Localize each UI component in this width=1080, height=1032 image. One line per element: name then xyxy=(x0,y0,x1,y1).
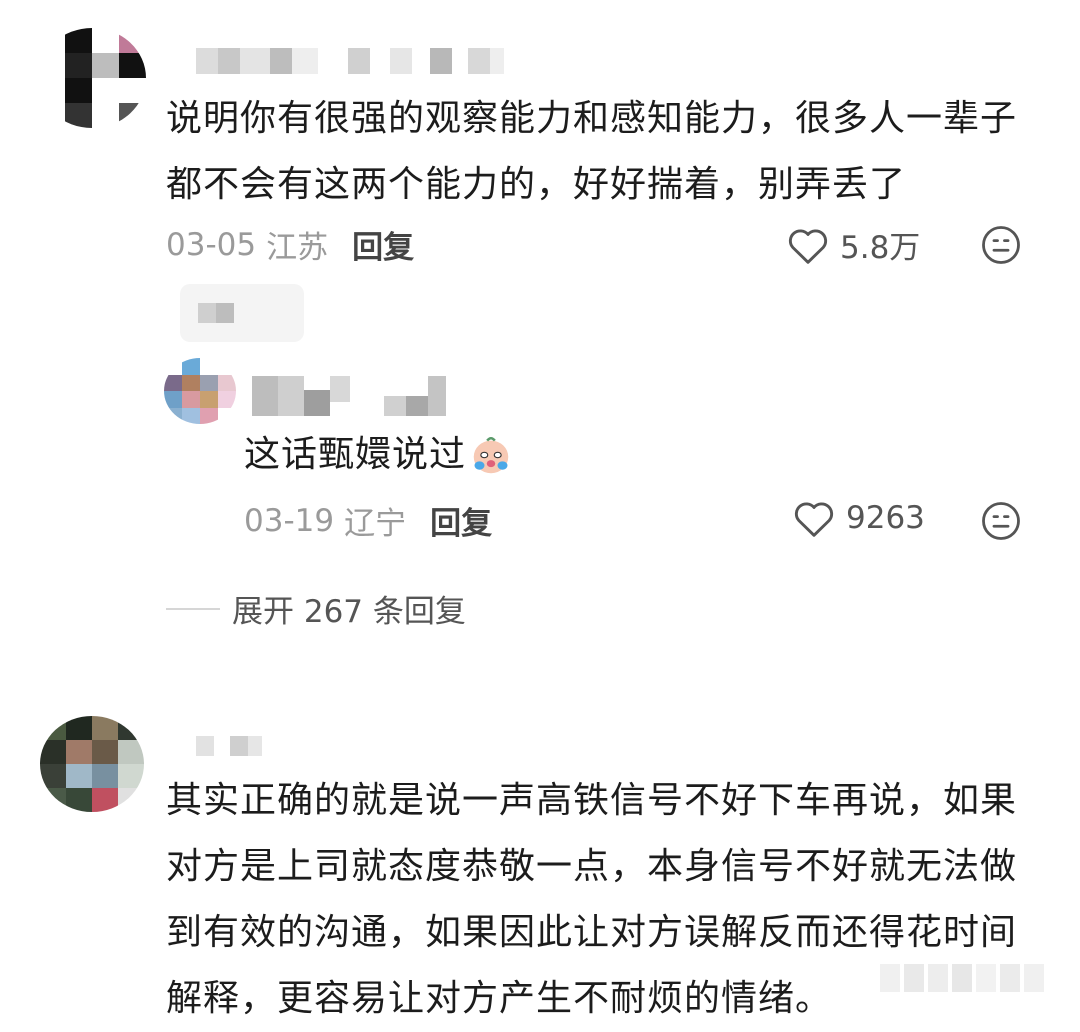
expand-replies-button[interactable]: 展开 267 条回复 xyxy=(166,586,466,631)
comment-line: 对方是上司就态度恭敬一点，本身信号不好就无法做 xyxy=(166,846,1018,887)
crying-face-icon xyxy=(468,432,514,478)
expand-replies-label: 展开 267 条回复 xyxy=(232,594,466,630)
comment-date: 03-05 xyxy=(166,226,257,263)
comment-line: 都不会有这两个能力的，好好揣着，别弄丢了 xyxy=(166,164,907,205)
heart-outline-icon xyxy=(786,225,830,265)
expand-divider xyxy=(166,607,220,610)
heart-outline-icon xyxy=(792,498,836,538)
comment-text: 其实正确的就是说一声高铁信号不好下车再说，如果 对方是上司就态度恭敬一点，本身信… xyxy=(166,768,1017,1032)
comment-line: 到有效的沟通，如果因此让对方误解反而还得花时间 xyxy=(166,912,1018,953)
reply-text-content: 这话甄嬛说过 xyxy=(244,434,467,475)
reply-username[interactable] xyxy=(252,376,446,416)
avatar[interactable] xyxy=(40,716,144,812)
reply-date: 03-19 xyxy=(244,502,335,539)
reply-button[interactable]: 回复 xyxy=(352,222,414,267)
like-count: 5.8万 xyxy=(840,230,921,266)
reply-text: 这话甄嬛说过 xyxy=(244,422,514,488)
reply-reply-button[interactable]: 回复 xyxy=(430,498,492,543)
reply-like-button[interactable]: 9263 xyxy=(792,498,925,538)
neutral-face-icon[interactable] xyxy=(980,500,1022,542)
comment-meta: 03-05 江苏 回复 xyxy=(166,222,414,267)
neutral-face-icon[interactable] xyxy=(980,224,1022,266)
comment-location: 江苏 xyxy=(266,230,329,266)
comment-text: 说明你有很强的观察能力和感知能力，很多人一辈子 都不会有这两个能力的，好好揣着，… xyxy=(166,86,1017,218)
reply-meta: 03-19 辽宁 回复 xyxy=(244,498,492,543)
like-button[interactable]: 5.8万 xyxy=(786,222,920,267)
comment-line: 其实正确的就是说一声高铁信号不好下车再说，如果 xyxy=(166,780,1018,821)
username[interactable] xyxy=(196,736,262,756)
avatar[interactable] xyxy=(38,28,146,128)
comment-line: 说明你有很强的观察能力和感知能力，很多人一辈子 xyxy=(166,98,1018,139)
watermark xyxy=(880,964,1044,992)
blurred-tag xyxy=(180,284,304,342)
reply-like-count: 9263 xyxy=(846,500,925,536)
reply-location: 辽宁 xyxy=(344,506,407,542)
username[interactable] xyxy=(196,46,504,76)
reply-avatar[interactable] xyxy=(164,358,236,424)
